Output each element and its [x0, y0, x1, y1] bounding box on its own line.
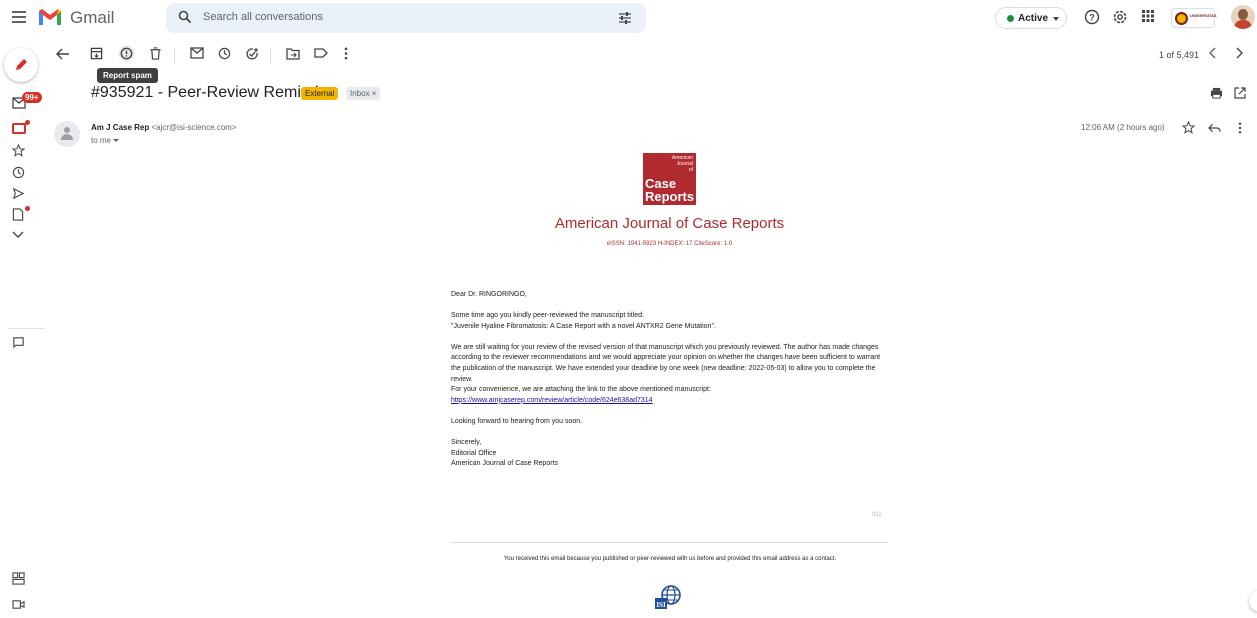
- more-vertical-icon[interactable]: [344, 47, 348, 60]
- spaces-icon[interactable]: [12, 572, 25, 585]
- paragraph: We are still waiting for your review of …: [451, 343, 881, 404]
- archive-icon[interactable]: [90, 47, 103, 60]
- greeting: Dear Dr. RINGORINGO,: [451, 291, 527, 298]
- help-icon[interactable]: ?: [1084, 9, 1100, 25]
- chevron-down-icon[interactable]: [12, 231, 24, 239]
- search-icon[interactable]: [178, 10, 192, 24]
- sender-avatar[interactable]: [54, 121, 80, 147]
- clock-icon[interactable]: [12, 166, 25, 179]
- move-to-icon[interactable]: [286, 47, 300, 60]
- recipient-label: to me: [91, 136, 112, 145]
- sender-email: <ajcr@isi-science.com>: [151, 123, 237, 132]
- rail-divider: [8, 328, 44, 329]
- star-icon[interactable]: [12, 144, 25, 157]
- reference-number: 911: [872, 512, 882, 518]
- university-seal-icon: [1175, 12, 1188, 25]
- search-bar[interactable]: Search all conversations: [166, 3, 646, 33]
- chat-active-icon[interactable]: [12, 123, 26, 136]
- draft-dot: [25, 206, 30, 211]
- footer-divider: [450, 542, 888, 543]
- chevron-down-icon: [113, 139, 120, 143]
- sender-line: Am J Case Rep <ajcr@isi-science.com>: [91, 123, 237, 132]
- star-icon[interactable]: [1182, 121, 1195, 134]
- report-spam-icon[interactable]: [118, 45, 135, 62]
- more-vertical-icon[interactable]: [1238, 122, 1242, 134]
- notification-dot: [25, 120, 30, 125]
- pencil-icon: [16, 59, 27, 70]
- svg-text:?: ?: [1089, 13, 1095, 23]
- status-label: Active: [1018, 13, 1049, 24]
- gmail-logo-icon[interactable]: [38, 8, 62, 26]
- organization-logo[interactable]: UNIVERSITAS: [1171, 8, 1217, 28]
- paragraph: Looking forward to hearing from you soon…: [451, 417, 583, 425]
- paragraph: Some time ago you kindly peer-reviewed t…: [451, 312, 716, 330]
- organization-name: UNIVERSITAS: [1190, 13, 1217, 18]
- left-rail: 99+: [0, 36, 48, 618]
- gmail-wordmark: Gmail: [70, 8, 115, 27]
- back-arrow-icon[interactable]: [56, 47, 70, 61]
- reply-icon[interactable]: [1208, 123, 1221, 133]
- external-label: External: [301, 87, 339, 100]
- journal-title: American Journal of Case Reports: [554, 215, 785, 232]
- snooze-clock-icon[interactable]: [218, 47, 231, 60]
- recipient-details[interactable]: to me: [91, 136, 120, 145]
- meet-video-icon[interactable]: [12, 599, 25, 610]
- sender-name[interactable]: Am J Case Rep: [91, 123, 149, 132]
- top-bar: Gmail Search all conversations Active ?: [0, 0, 1257, 36]
- tooltip: Report spam: [97, 68, 158, 83]
- chat-icon[interactable]: [12, 336, 25, 349]
- email-subject: #935921 - Peer-Review Reminder: [91, 84, 333, 101]
- status-selector[interactable]: Active: [995, 7, 1067, 29]
- print-icon[interactable]: [1210, 87, 1223, 99]
- chevron-right-icon[interactable]: [1235, 47, 1243, 59]
- chevron-down-icon: [1053, 17, 1059, 21]
- inbox-label[interactable]: Inbox ×: [346, 87, 381, 100]
- label-tag-icon[interactable]: [314, 47, 328, 59]
- message-toolbar: 1 of 5,491: [48, 40, 1257, 70]
- message-time: 12:06 AM (2 hours ago): [1081, 123, 1165, 132]
- mark-unread-icon[interactable]: [190, 47, 204, 59]
- main-menu-icon[interactable]: [12, 11, 26, 23]
- search-options-icon[interactable]: [618, 11, 632, 25]
- scroll-button[interactable]: [1249, 590, 1257, 612]
- email-body: Dear Dr. RINGORINGO, Some time ago you k…: [451, 290, 891, 480]
- status-dot: [1007, 15, 1014, 22]
- compose-button[interactable]: [4, 48, 38, 82]
- isi-logo-text: ISI: [656, 601, 666, 609]
- journal-metrics: eISSN: 1941-5923 H-INDEX: 17 CiteScore: …: [606, 241, 733, 247]
- search-input[interactable]: Search all conversations: [203, 11, 323, 23]
- manuscript-link[interactable]: https://www.amjcaserep.com/review/articl…: [451, 397, 653, 404]
- add-to-tasks-icon[interactable]: [245, 47, 259, 61]
- footer-notice: You received this email because you publ…: [503, 556, 837, 562]
- unread-badge: 99+: [22, 92, 42, 103]
- account-avatar[interactable]: [1231, 5, 1255, 29]
- send-icon[interactable]: [12, 187, 25, 200]
- delete-trash-icon[interactable]: [149, 47, 162, 60]
- apps-grid-icon[interactable]: [1141, 9, 1155, 23]
- chevron-left-icon[interactable]: [1209, 47, 1217, 59]
- message-counter: 1 of 5,491: [1158, 50, 1199, 60]
- journal-logo[interactable]: American Journal of Case Reports: [643, 153, 696, 205]
- open-new-window-icon[interactable]: [1234, 87, 1246, 99]
- isi-globe-logo-icon[interactable]: ISI: [654, 584, 682, 610]
- settings-gear-icon[interactable]: [1112, 9, 1128, 25]
- signature: Sincerely, Editorial Office American Jou…: [451, 438, 558, 468]
